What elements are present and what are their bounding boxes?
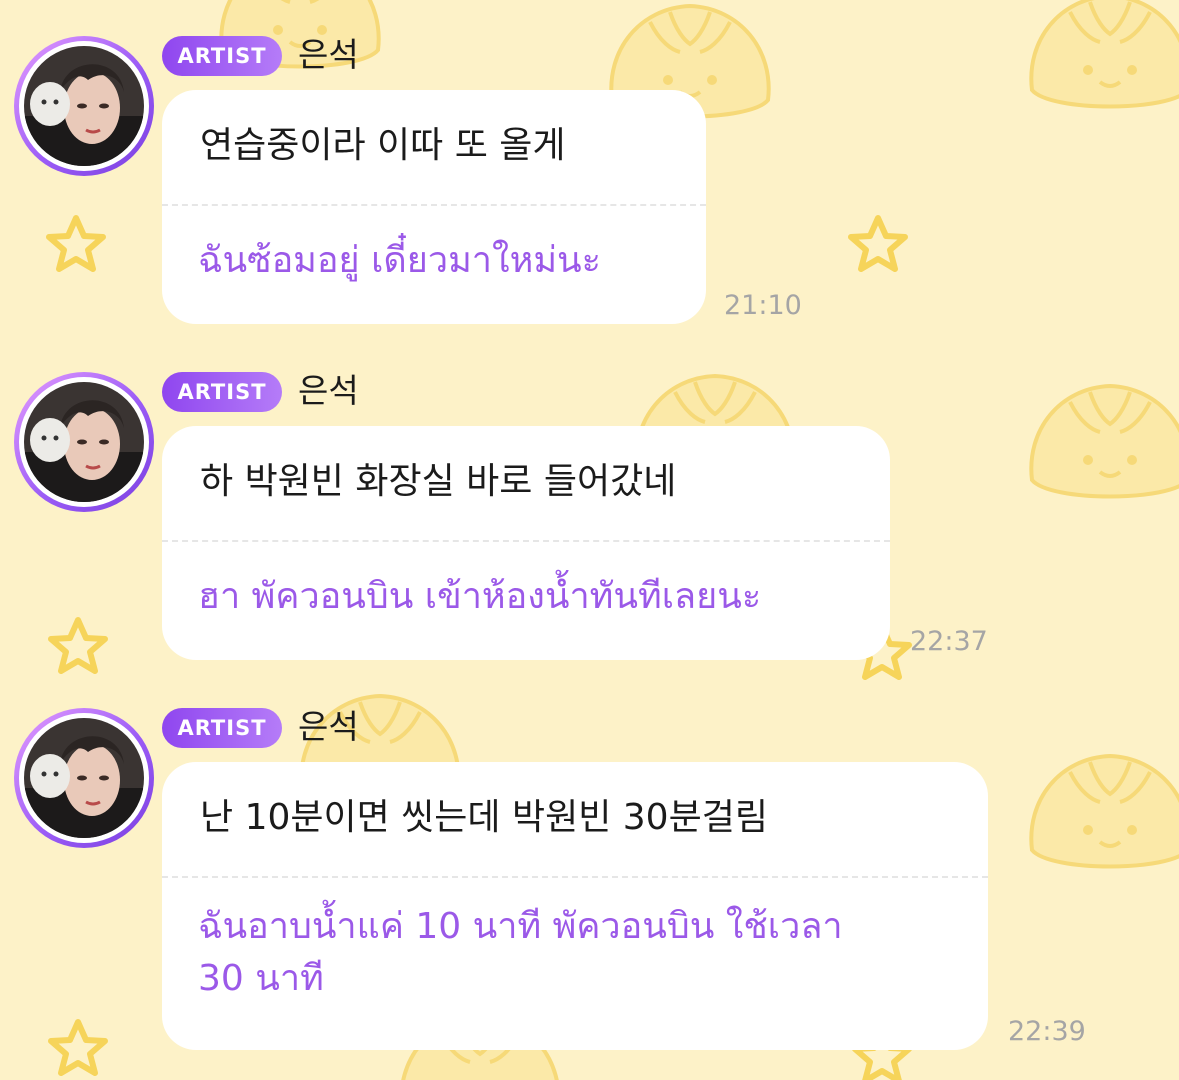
- sender-name: 은석: [298, 371, 359, 410]
- translation-divider: [162, 204, 706, 206]
- message-text: 난 10분이면 씻는데 박원빈 30분걸림: [200, 797, 768, 838]
- translation-line: ฉันอาบน้ำแค่ 10 นาที พัควอนบิน ใช้เวลา: [198, 906, 843, 947]
- user-avatar-photo: [24, 46, 144, 166]
- message-timestamp: 22:39: [1008, 1016, 1086, 1047]
- translation-divider: [162, 540, 890, 542]
- avatar[interactable]: [14, 708, 154, 848]
- sender-name: 은석: [298, 35, 359, 74]
- message-text: 연습중이라 이따 또 올게: [200, 125, 566, 166]
- user-avatar-photo: [24, 718, 144, 838]
- message-bubble[interactable]: 난 10분이면 씻는데 박원빈 30분걸림 ฉันอาบน้ำแค่ 10 นา…: [162, 762, 988, 1050]
- artist-badge: ARTIST: [162, 372, 282, 412]
- message-timestamp: 21:10: [724, 290, 802, 321]
- translation-text: ฉันซ้อมอยู่ เดี๋ยวมาใหม่นะ: [198, 240, 601, 281]
- translation-divider: [162, 876, 988, 878]
- message-timestamp: 22:37: [910, 626, 988, 657]
- message-text: 하 박원빈 화장실 바로 들어갔네: [200, 461, 677, 502]
- message-bubble[interactable]: 연습중이라 이따 또 올게 ฉันซ้อมอยู่ เดี๋ยวมาใหม่นะ: [162, 90, 706, 324]
- star-icon: [49, 218, 103, 269]
- dumpling-icon: [1029, 754, 1179, 869]
- translation-text: ฮา พัควอนบิน เข้าห้องน้ำทันทีเลยนะ: [198, 576, 762, 617]
- dumpling-icon: [1029, 384, 1179, 499]
- user-avatar-photo: [24, 382, 144, 502]
- avatar[interactable]: [14, 372, 154, 512]
- message-bubble[interactable]: 하 박원빈 화장실 바로 들어갔네 ฮา พัควอนบิน เข้าห้องน…: [162, 426, 890, 660]
- star-icon: [851, 218, 905, 269]
- artist-badge: ARTIST: [162, 708, 282, 748]
- translation-text: ฉันอาบน้ำแค่ 10 นาที พัควอนบิน ใช้เวลา 3…: [198, 901, 843, 1005]
- dumpling-icon: [1029, 0, 1179, 109]
- artist-badge: ARTIST: [162, 36, 282, 76]
- star-icon: [51, 620, 105, 671]
- star-icon: [51, 1022, 105, 1073]
- sender-name: 은석: [298, 707, 359, 746]
- avatar[interactable]: [14, 36, 154, 176]
- translation-line: 30 นาที: [198, 958, 324, 999]
